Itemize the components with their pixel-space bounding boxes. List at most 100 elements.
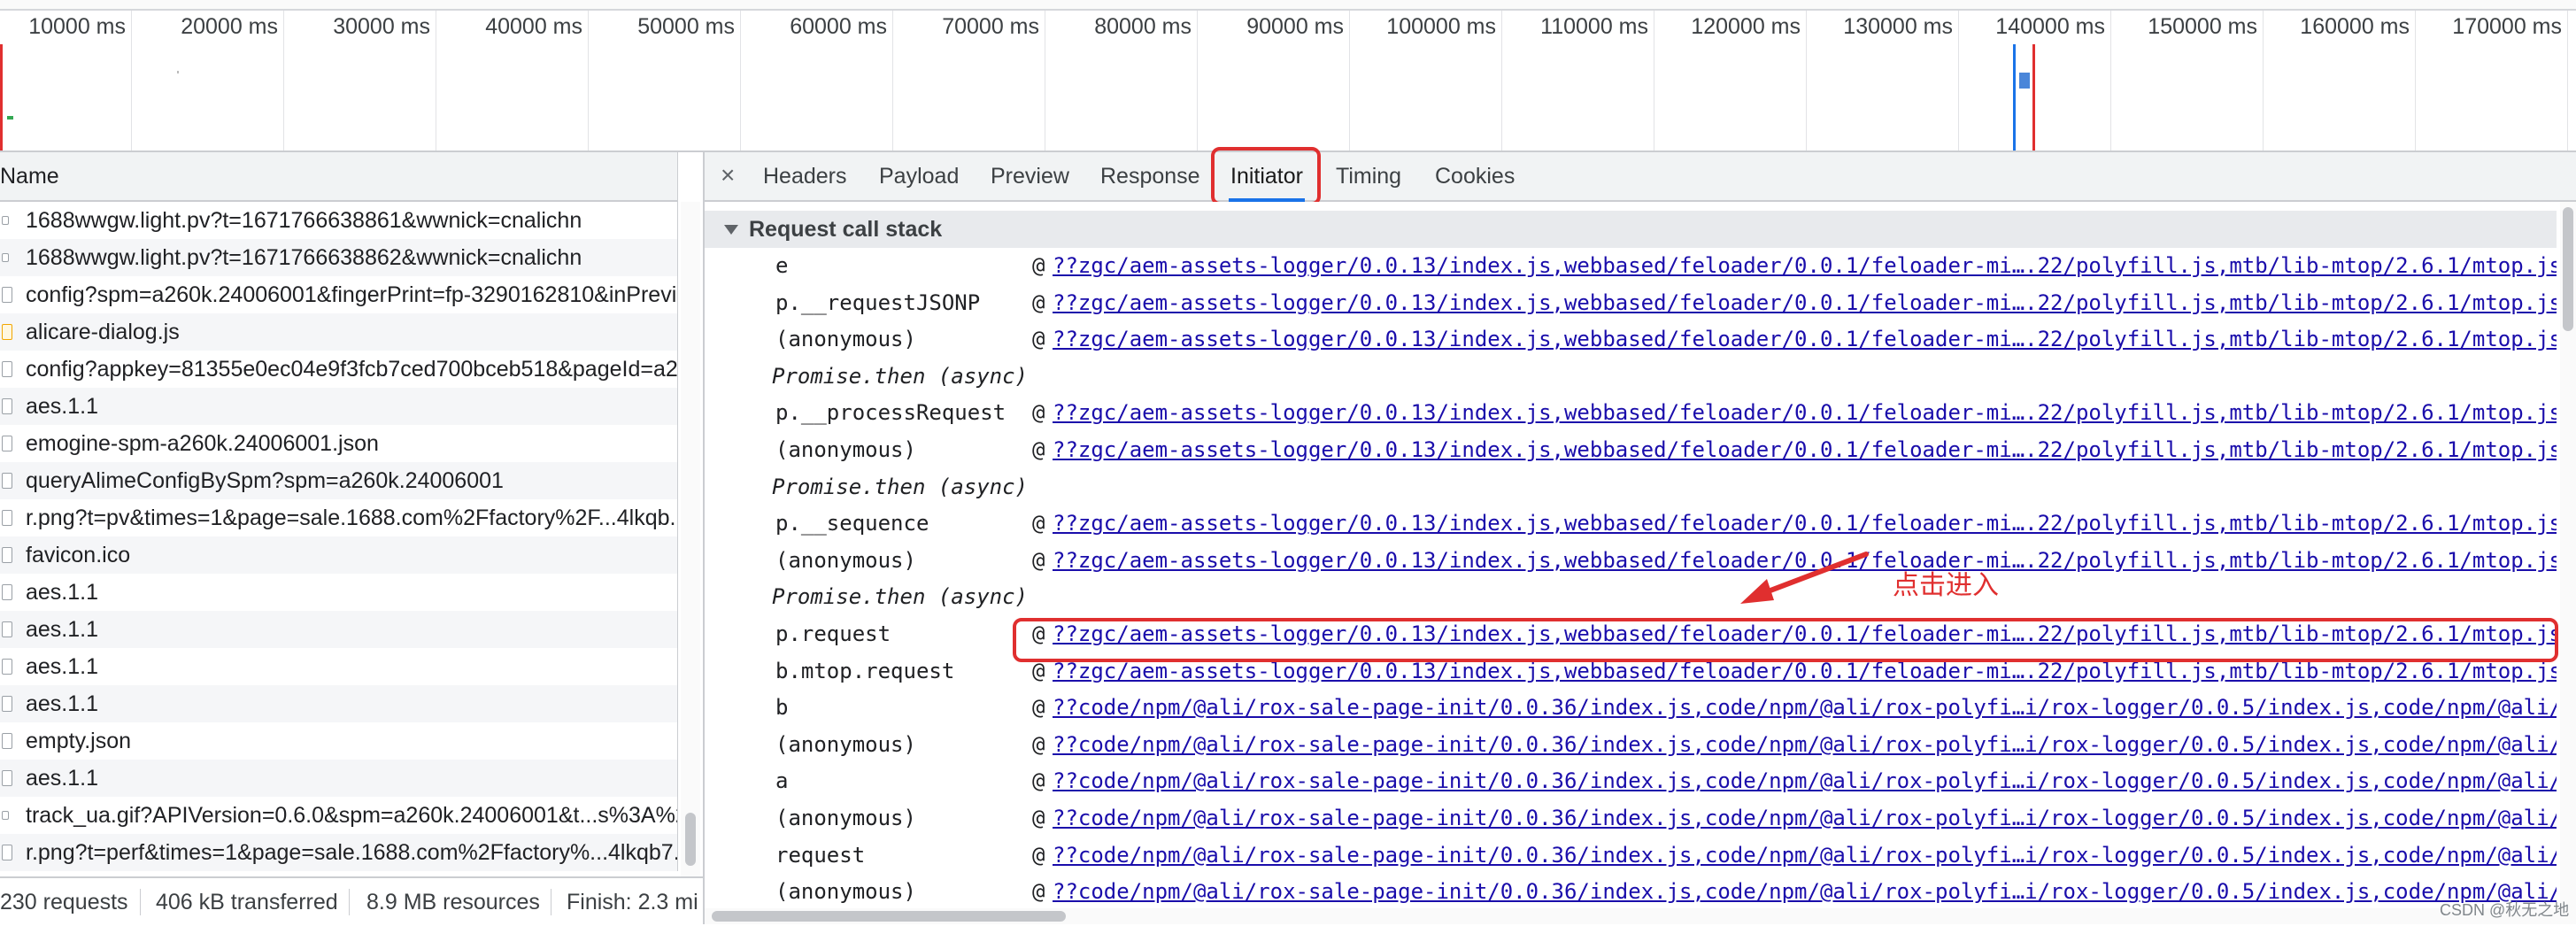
frame-source-link[interactable]: ??zgc/aem-assets-logger/0.0.13/index.js,… [1053, 248, 2557, 284]
request-name: aes.1.1 [26, 617, 99, 642]
timeline-gridline [1958, 11, 1959, 150]
doc-icon [2, 770, 12, 786]
request-row[interactable]: config?appkey=81355e0ec04e9f3fcb7ced700b… [0, 351, 678, 388]
frame-source-link[interactable]: ??zgc/aem-assets-logger/0.0.13/index.js,… [1053, 616, 2557, 652]
timeline-tick-label: 60000 ms [790, 14, 887, 39]
request-row[interactable]: alicare-dialog.js [0, 313, 678, 351]
scrollbar-thumb[interactable] [712, 911, 1066, 922]
scrollbar-thumb[interactable] [2563, 207, 2573, 331]
timeline-gridline [283, 11, 284, 150]
timeline-tick-label: 80000 ms [1094, 14, 1192, 39]
request-row[interactable]: config?spm=a260k.24006001&fingerPrint=fp… [0, 276, 678, 313]
tab-initiator[interactable]: Initiator [1229, 152, 1305, 202]
request-row[interactable]: aes.1.1 [0, 685, 678, 722]
request-name: aes.1.1 [26, 580, 99, 605]
frame-source-link[interactable]: ??zgc/aem-assets-logger/0.0.13/index.js,… [1053, 432, 2557, 468]
call-stack-frame: p.__sequence @ ??zgc/aem-assets-logger/0.0… [705, 505, 2557, 542]
timeline-gridline [740, 11, 741, 150]
doc-icon [2, 436, 12, 451]
request-row[interactable]: aes.1.1 [0, 611, 678, 648]
tab-timing[interactable]: Timing [1336, 152, 1401, 200]
frame-at-sign: @ [1032, 806, 1045, 830]
frame-function-name: request [775, 842, 866, 868]
tab-payload[interactable]: Payload [879, 152, 959, 200]
request-row[interactable]: r.png?t=perf&times=1&page=sale.1688.com%… [0, 834, 678, 871]
request-row[interactable]: empty.json [0, 722, 678, 760]
frame-source-link[interactable]: ??code/npm/@ali/rox-sale-page-init/0.0.3… [1053, 690, 2557, 726]
doc-icon [2, 733, 12, 749]
frame-source-link[interactable]: ??code/npm/@ali/rox-sale-page-init/0.0.3… [1053, 837, 2557, 874]
request-row[interactable]: favicon.ico [0, 536, 678, 574]
frame-source-link[interactable]: ??code/npm/@ali/rox-sale-page-init/0.0.3… [1053, 800, 2557, 837]
frame-function-name: (anonymous) [775, 879, 916, 905]
frame-at-sign: @ [1032, 400, 1045, 426]
frame-function-name: (anonymous) [775, 731, 916, 757]
frame-at-sign: @ [1032, 289, 1045, 315]
request-name: config?appkey=81355e0ec04e9f3fcb7ced700b… [26, 357, 678, 382]
request-row[interactable]: aes.1.1 [0, 574, 678, 611]
expand-triangle-icon[interactable] [724, 225, 738, 235]
overview-blue-block [2019, 73, 2030, 89]
async-label: Promise.then (async) [772, 584, 1028, 610]
network-overview-timeline[interactable]: 10000 ms 20000 ms 30000 ms 40000 ms 50000 ms… [0, 0, 2576, 152]
call-stack-frame: (anonymous) @ ??zgc/aem-assets-logger/0.0.… [705, 543, 2557, 579]
timeline-tick-label: 140000 ms [1995, 14, 2105, 39]
name-column-header[interactable]: Name [0, 152, 678, 202]
frame-function-name: p.__requestJSONP [775, 289, 981, 315]
request-row[interactable]: aes.1.1 [0, 760, 678, 797]
overview-red-marker-left [0, 44, 3, 150]
frame-source-link[interactable]: ??zgc/aem-assets-logger/0.0.13/index.js,… [1053, 505, 2557, 542]
tab-preview[interactable]: Preview [991, 152, 1069, 200]
doc-icon [2, 473, 12, 489]
async-boundary: Promise.then (async) [705, 469, 2557, 505]
frame-source-link[interactable]: ??zgc/aem-assets-logger/0.0.13/index.js,… [1053, 653, 2557, 690]
doc-icon [2, 845, 12, 860]
timeline-gridline [1349, 11, 1350, 150]
request-row[interactable]: 1688wwgw.light.pv?t=1671766638861&wwnick… [0, 202, 678, 239]
scrollbar-thumb[interactable] [685, 813, 696, 866]
frame-function-name: p.__processRequest [775, 400, 1006, 426]
timeline-tick-label: 100000 ms [1386, 14, 1496, 39]
request-row[interactable]: emogine-spm-a260k.24006001.json [0, 425, 678, 462]
detail-horizontal-scrollbar[interactable] [705, 908, 2560, 924]
async-label: Promise.then (async) [772, 363, 1028, 389]
close-icon[interactable]: × [721, 152, 735, 198]
frame-source-link[interactable]: ??zgc/aem-assets-logger/0.0.13/index.js,… [1053, 321, 2557, 358]
tab-response[interactable]: Response [1100, 152, 1200, 200]
request-row[interactable]: aes.1.1 [0, 648, 678, 685]
request-row[interactable]: 1688wwgw.light.pv?t=1671766638862&wwnick… [0, 239, 678, 276]
request-name: queryAlimeConfigBySpm?spm=a260k.24006001 [26, 468, 504, 493]
call-stack-frame: (anonymous) @ ??zgc/aem-assets-logger/0.0.… [705, 321, 2557, 358]
requests-count: 230 requests [0, 890, 128, 914]
resources-size: 8.9 MB resources [366, 890, 540, 914]
timeline-tick-label: 20000 ms [181, 14, 278, 39]
request-row[interactable]: aes.1.1 [0, 388, 678, 425]
frame-function-name: (anonymous) [775, 327, 916, 352]
call-stack-frame: a @ ??code/npm/@ali/rox-sale-page-init/0.0… [705, 763, 2557, 799]
timeline-tick-label: 120000 ms [1691, 14, 1801, 39]
request-row[interactable]: queryAlimeConfigBySpm?spm=a260k.24006001 [0, 462, 678, 499]
tab-cookies[interactable]: Cookies [1435, 152, 1515, 200]
request-name: config?spm=a260k.24006001&fingerPrint=fp… [26, 282, 678, 307]
frame-source-link[interactable]: ??zgc/aem-assets-logger/0.0.13/index.js,… [1053, 395, 2557, 431]
frame-at-sign: @ [1032, 658, 1045, 683]
async-label: Promise.then (async) [772, 474, 1028, 499]
section-title: Request call stack [749, 217, 943, 242]
frame-source-link[interactable]: ??code/npm/@ali/rox-sale-page-init/0.0.3… [1053, 874, 2557, 910]
request-row[interactable]: r.png?t=pv&times=1&page=sale.1688.com%2F… [0, 499, 678, 536]
detail-tabs: × Headers Payload Preview Response Initi… [705, 152, 2576, 202]
request-call-stack-header[interactable]: Request call stack [705, 211, 2557, 248]
call-stack-frame: e @ ??zgc/aem-assets-logger/0.0.13/index.j… [705, 248, 2557, 284]
request-name: 1688wwgw.light.pv?t=1671766638862&wwnick… [26, 245, 582, 270]
frame-source-link[interactable]: ??code/npm/@ali/rox-sale-page-init/0.0.3… [1053, 763, 2557, 799]
request-row[interactable]: track_ua.gif?APIVersion=0.6.0&spm=a260k.… [0, 797, 678, 834]
frame-source-link[interactable]: ??zgc/aem-assets-logger/0.0.13/index.js,… [1053, 285, 2557, 321]
call-stack-frame-highlighted: p.request @ ??zgc/aem-assets-logger/0.0.13… [705, 616, 2557, 652]
detail-vertical-scrollbar[interactable] [2560, 202, 2576, 924]
tab-headers[interactable]: Headers [763, 152, 847, 200]
request-list-scrollbar[interactable] [681, 202, 700, 882]
timeline-tick-label: 150000 ms [2148, 14, 2257, 39]
frame-source-link[interactable]: ??code/npm/@ali/rox-sale-page-init/0.0.3… [1053, 727, 2557, 763]
doc-icon [2, 287, 12, 303]
timeline-tick-label: 170000 ms [2452, 14, 2562, 39]
